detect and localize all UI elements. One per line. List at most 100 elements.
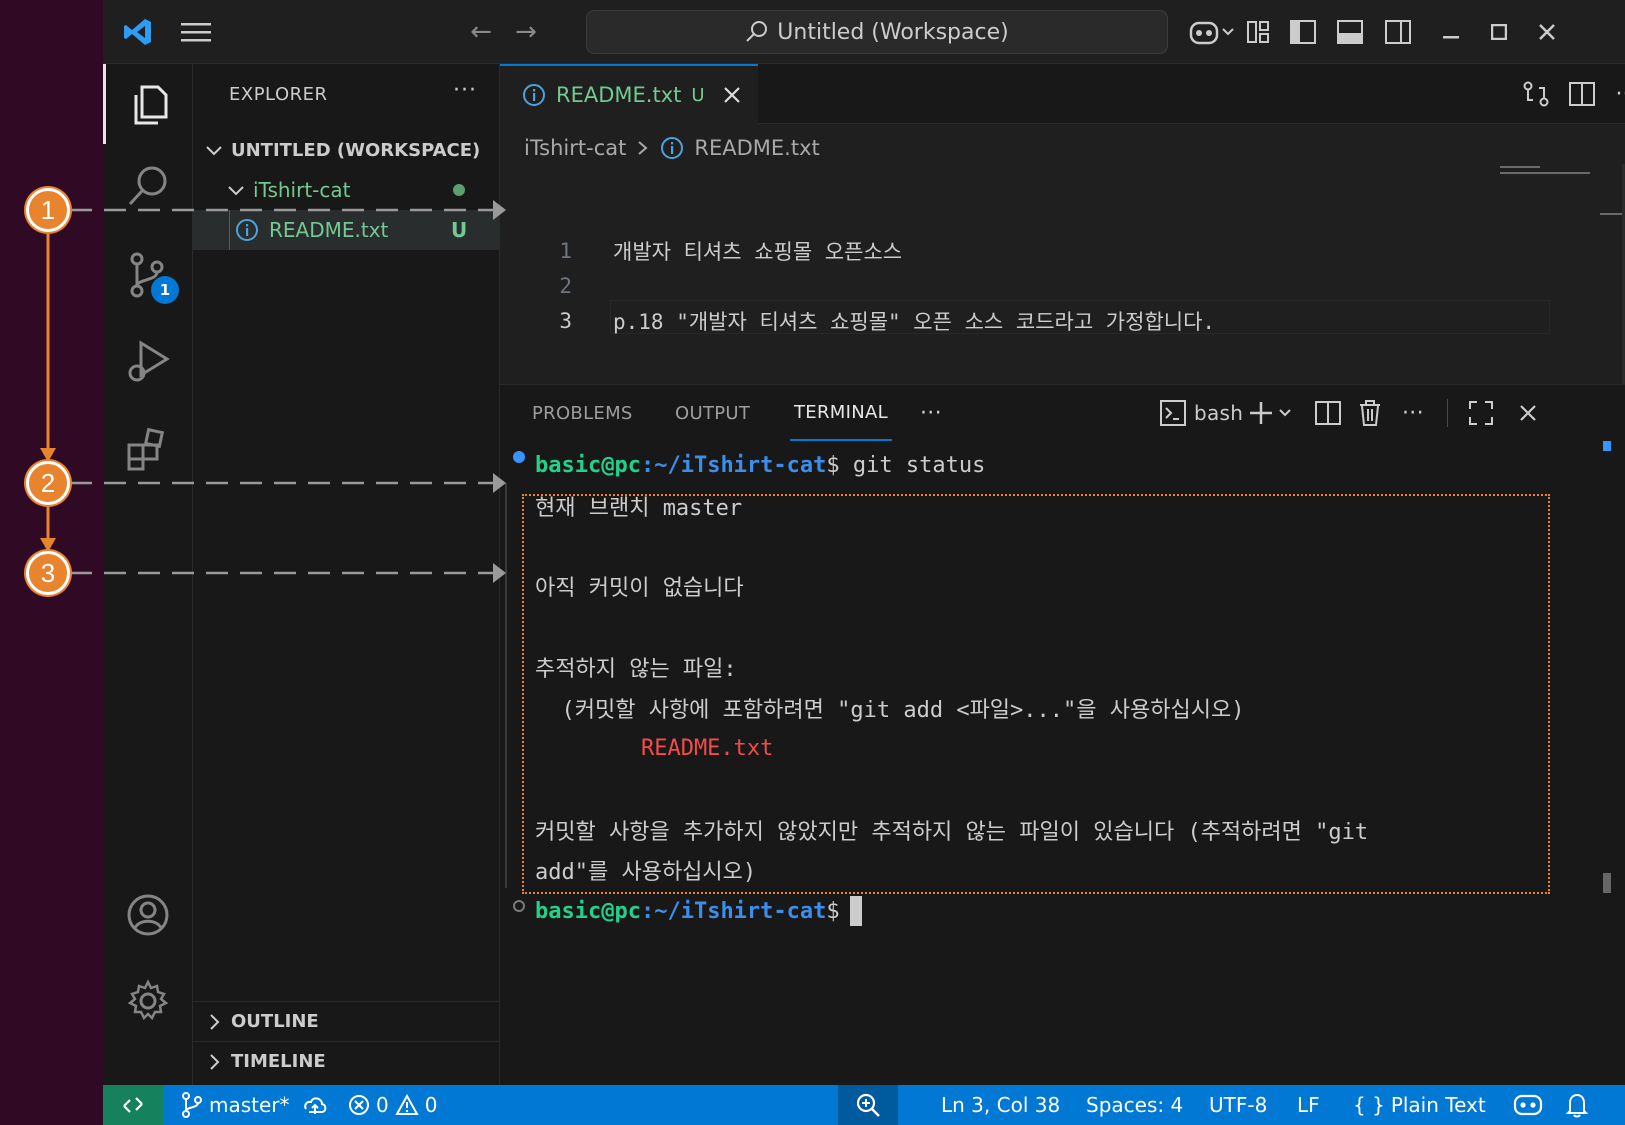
back-arrow-icon[interactable]: ← xyxy=(463,0,499,64)
close-tab-icon[interactable] xyxy=(723,86,741,104)
run-debug-icon[interactable] xyxy=(103,322,193,402)
code-line[interactable]: 1 개발자 티셔츠 쇼핑몰 오픈소스 xyxy=(500,234,1625,268)
file-row-readme[interactable]: README.txt U xyxy=(193,210,500,250)
vscode-window: ← → Untitled (Workspace) 1 EXPLORER ··· … xyxy=(103,0,1625,1125)
line-number: 1 xyxy=(559,239,572,263)
command-center-search[interactable]: Untitled (Workspace) xyxy=(586,10,1168,54)
explorer-icon[interactable] xyxy=(103,64,193,144)
output-line: 아직 커밋이 없습니다 xyxy=(535,576,744,601)
accounts-icon[interactable] xyxy=(103,875,193,955)
editor-area: README.txt U ··· iTshirt-cat README.txt … xyxy=(500,64,1625,384)
code-line[interactable]: 3 p.18 "개발자 티셔츠 쇼핑몰" 오픈 소스 코드라고 가정합니다. xyxy=(500,304,1625,338)
terminal-output[interactable]: basic@pc:~/iTshirt-cat $ git status 현재 브랜… xyxy=(500,441,1625,1086)
toggle-secondary-sidebar-icon[interactable] xyxy=(1383,0,1413,64)
chevron-right-icon xyxy=(210,1053,220,1070)
notifications-bell-icon[interactable] xyxy=(1565,1085,1589,1125)
indentation[interactable]: Spaces: 4 xyxy=(1086,1085,1183,1125)
folder-modified-dot xyxy=(453,184,465,196)
maximize-panel-icon[interactable] xyxy=(1468,385,1494,441)
title-bar: ← → Untitled (Workspace) xyxy=(103,0,1625,64)
outline-section[interactable]: OUTLINE xyxy=(193,1001,500,1041)
tab-readme[interactable]: README.txt U xyxy=(500,64,758,124)
editor-tabs: README.txt U ··· xyxy=(500,64,1625,124)
breadcrumb-file[interactable]: README.txt xyxy=(694,136,819,160)
editor-more-icon[interactable]: ··· xyxy=(1608,64,1625,124)
publish-cloud-icon[interactable] xyxy=(302,1094,328,1116)
minimize-icon[interactable] xyxy=(1433,0,1469,64)
zoom-indicator[interactable] xyxy=(838,1085,898,1125)
explorer-more-icon[interactable]: ··· xyxy=(453,78,477,103)
braces-icon: { } xyxy=(1353,1093,1385,1117)
file-label: README.txt xyxy=(269,218,389,242)
timeline-section[interactable]: TIMELINE xyxy=(193,1041,500,1081)
git-branch-icon xyxy=(182,1092,202,1118)
line-text: p.18 "개발자 티셔츠 쇼핑몰" 오픈 소스 코드라고 가정합니다. xyxy=(613,310,1216,334)
copilot-icon[interactable] xyxy=(1183,0,1243,64)
terminal-icon xyxy=(1160,400,1186,426)
warning-icon xyxy=(395,1094,419,1115)
warning-count: 0 xyxy=(424,1093,438,1117)
problems-indicator[interactable]: 0 0 xyxy=(348,1085,437,1125)
language-mode[interactable]: { } Plain Text xyxy=(1353,1085,1486,1125)
zoom-in-icon xyxy=(856,1093,880,1117)
folder-label: iTshirt-cat xyxy=(253,178,351,202)
terminal-scrollbar[interactable] xyxy=(1603,873,1611,893)
search-icon xyxy=(746,21,768,42)
panel-tabs: PROBLEMS OUTPUT TERMINAL ··· bash ··· xyxy=(500,385,1625,441)
prompt-dollar: $ xyxy=(826,898,840,924)
maximize-icon[interactable] xyxy=(1481,0,1517,64)
tab-output[interactable]: OUTPUT xyxy=(675,385,750,441)
shell-name: bash xyxy=(1194,401,1244,425)
minimap[interactable] xyxy=(1500,164,1625,384)
tab-terminal[interactable]: TERMINAL xyxy=(790,385,892,441)
command-success-dot xyxy=(513,451,525,463)
tab-status: U xyxy=(691,84,705,106)
extensions-icon[interactable] xyxy=(103,410,193,490)
close-window-icon[interactable] xyxy=(1529,0,1565,64)
panel-more-icon[interactable]: ··· xyxy=(920,385,942,441)
vscode-logo-icon xyxy=(113,0,163,64)
remote-icon xyxy=(123,1097,143,1113)
toggle-sidebar-icon[interactable] xyxy=(1288,0,1318,64)
copilot-status-icon[interactable] xyxy=(1513,1085,1543,1125)
end-of-line[interactable]: LF xyxy=(1297,1085,1320,1125)
code-line[interactable]: 2 xyxy=(500,269,1625,303)
kill-terminal-trash-icon[interactable] xyxy=(1358,385,1382,441)
workspace-label: UNTITLED (WORKSPACE) xyxy=(231,139,481,161)
tab-problems[interactable]: PROBLEMS xyxy=(532,385,633,441)
breadcrumb-folder[interactable]: iTshirt-cat xyxy=(524,136,626,160)
customize-layout-icon[interactable] xyxy=(1243,0,1273,64)
prompt-user: basic@pc xyxy=(535,898,641,924)
chevron-right-icon xyxy=(210,1013,220,1030)
command-pending-dot xyxy=(513,900,525,912)
cursor-position[interactable]: Ln 3, Col 38 xyxy=(941,1085,1060,1125)
toggle-panel-icon[interactable] xyxy=(1335,0,1365,64)
source-control-badge: 1 xyxy=(151,276,179,304)
folder-row[interactable]: iTshirt-cat xyxy=(193,170,500,210)
info-file-icon xyxy=(236,219,258,241)
explorer-sidebar: EXPLORER ··· UNTITLED (WORKSPACE) iTshir… xyxy=(193,64,500,1085)
terminal-more-icon[interactable]: ··· xyxy=(1402,385,1424,441)
open-changes-icon[interactable] xyxy=(1518,64,1554,124)
annotation-marker-3: 3 xyxy=(26,551,70,595)
error-icon xyxy=(349,1095,369,1115)
output-line: 현재 브랜치 master xyxy=(535,496,743,521)
prompt-path: :~/iTshirt-cat xyxy=(640,452,827,478)
menu-icon[interactable] xyxy=(173,0,219,64)
close-panel-icon[interactable] xyxy=(1518,385,1538,441)
terminal-profile[interactable]: bash xyxy=(1160,385,1243,441)
new-terminal-icon[interactable] xyxy=(1248,385,1296,441)
split-editor-icon[interactable] xyxy=(1564,64,1600,124)
split-terminal-icon[interactable] xyxy=(1315,385,1341,441)
line-text: 개발자 티셔츠 쇼핑몰 오픈소스 xyxy=(613,240,903,264)
source-control-icon[interactable]: 1 xyxy=(103,236,193,316)
search-icon[interactable] xyxy=(103,146,193,226)
terminal-cursor xyxy=(849,896,862,926)
forward-arrow-icon[interactable]: → xyxy=(508,0,544,64)
workspace-section[interactable]: UNTITLED (WORKSPACE) xyxy=(193,130,500,170)
encoding[interactable]: UTF-8 xyxy=(1209,1085,1267,1125)
branch-indicator[interactable]: master* xyxy=(181,1085,328,1125)
settings-gear-icon[interactable] xyxy=(103,961,193,1041)
bottom-panel: PROBLEMS OUTPUT TERMINAL ··· bash ··· ba… xyxy=(500,384,1625,1085)
remote-indicator[interactable] xyxy=(103,1085,163,1125)
